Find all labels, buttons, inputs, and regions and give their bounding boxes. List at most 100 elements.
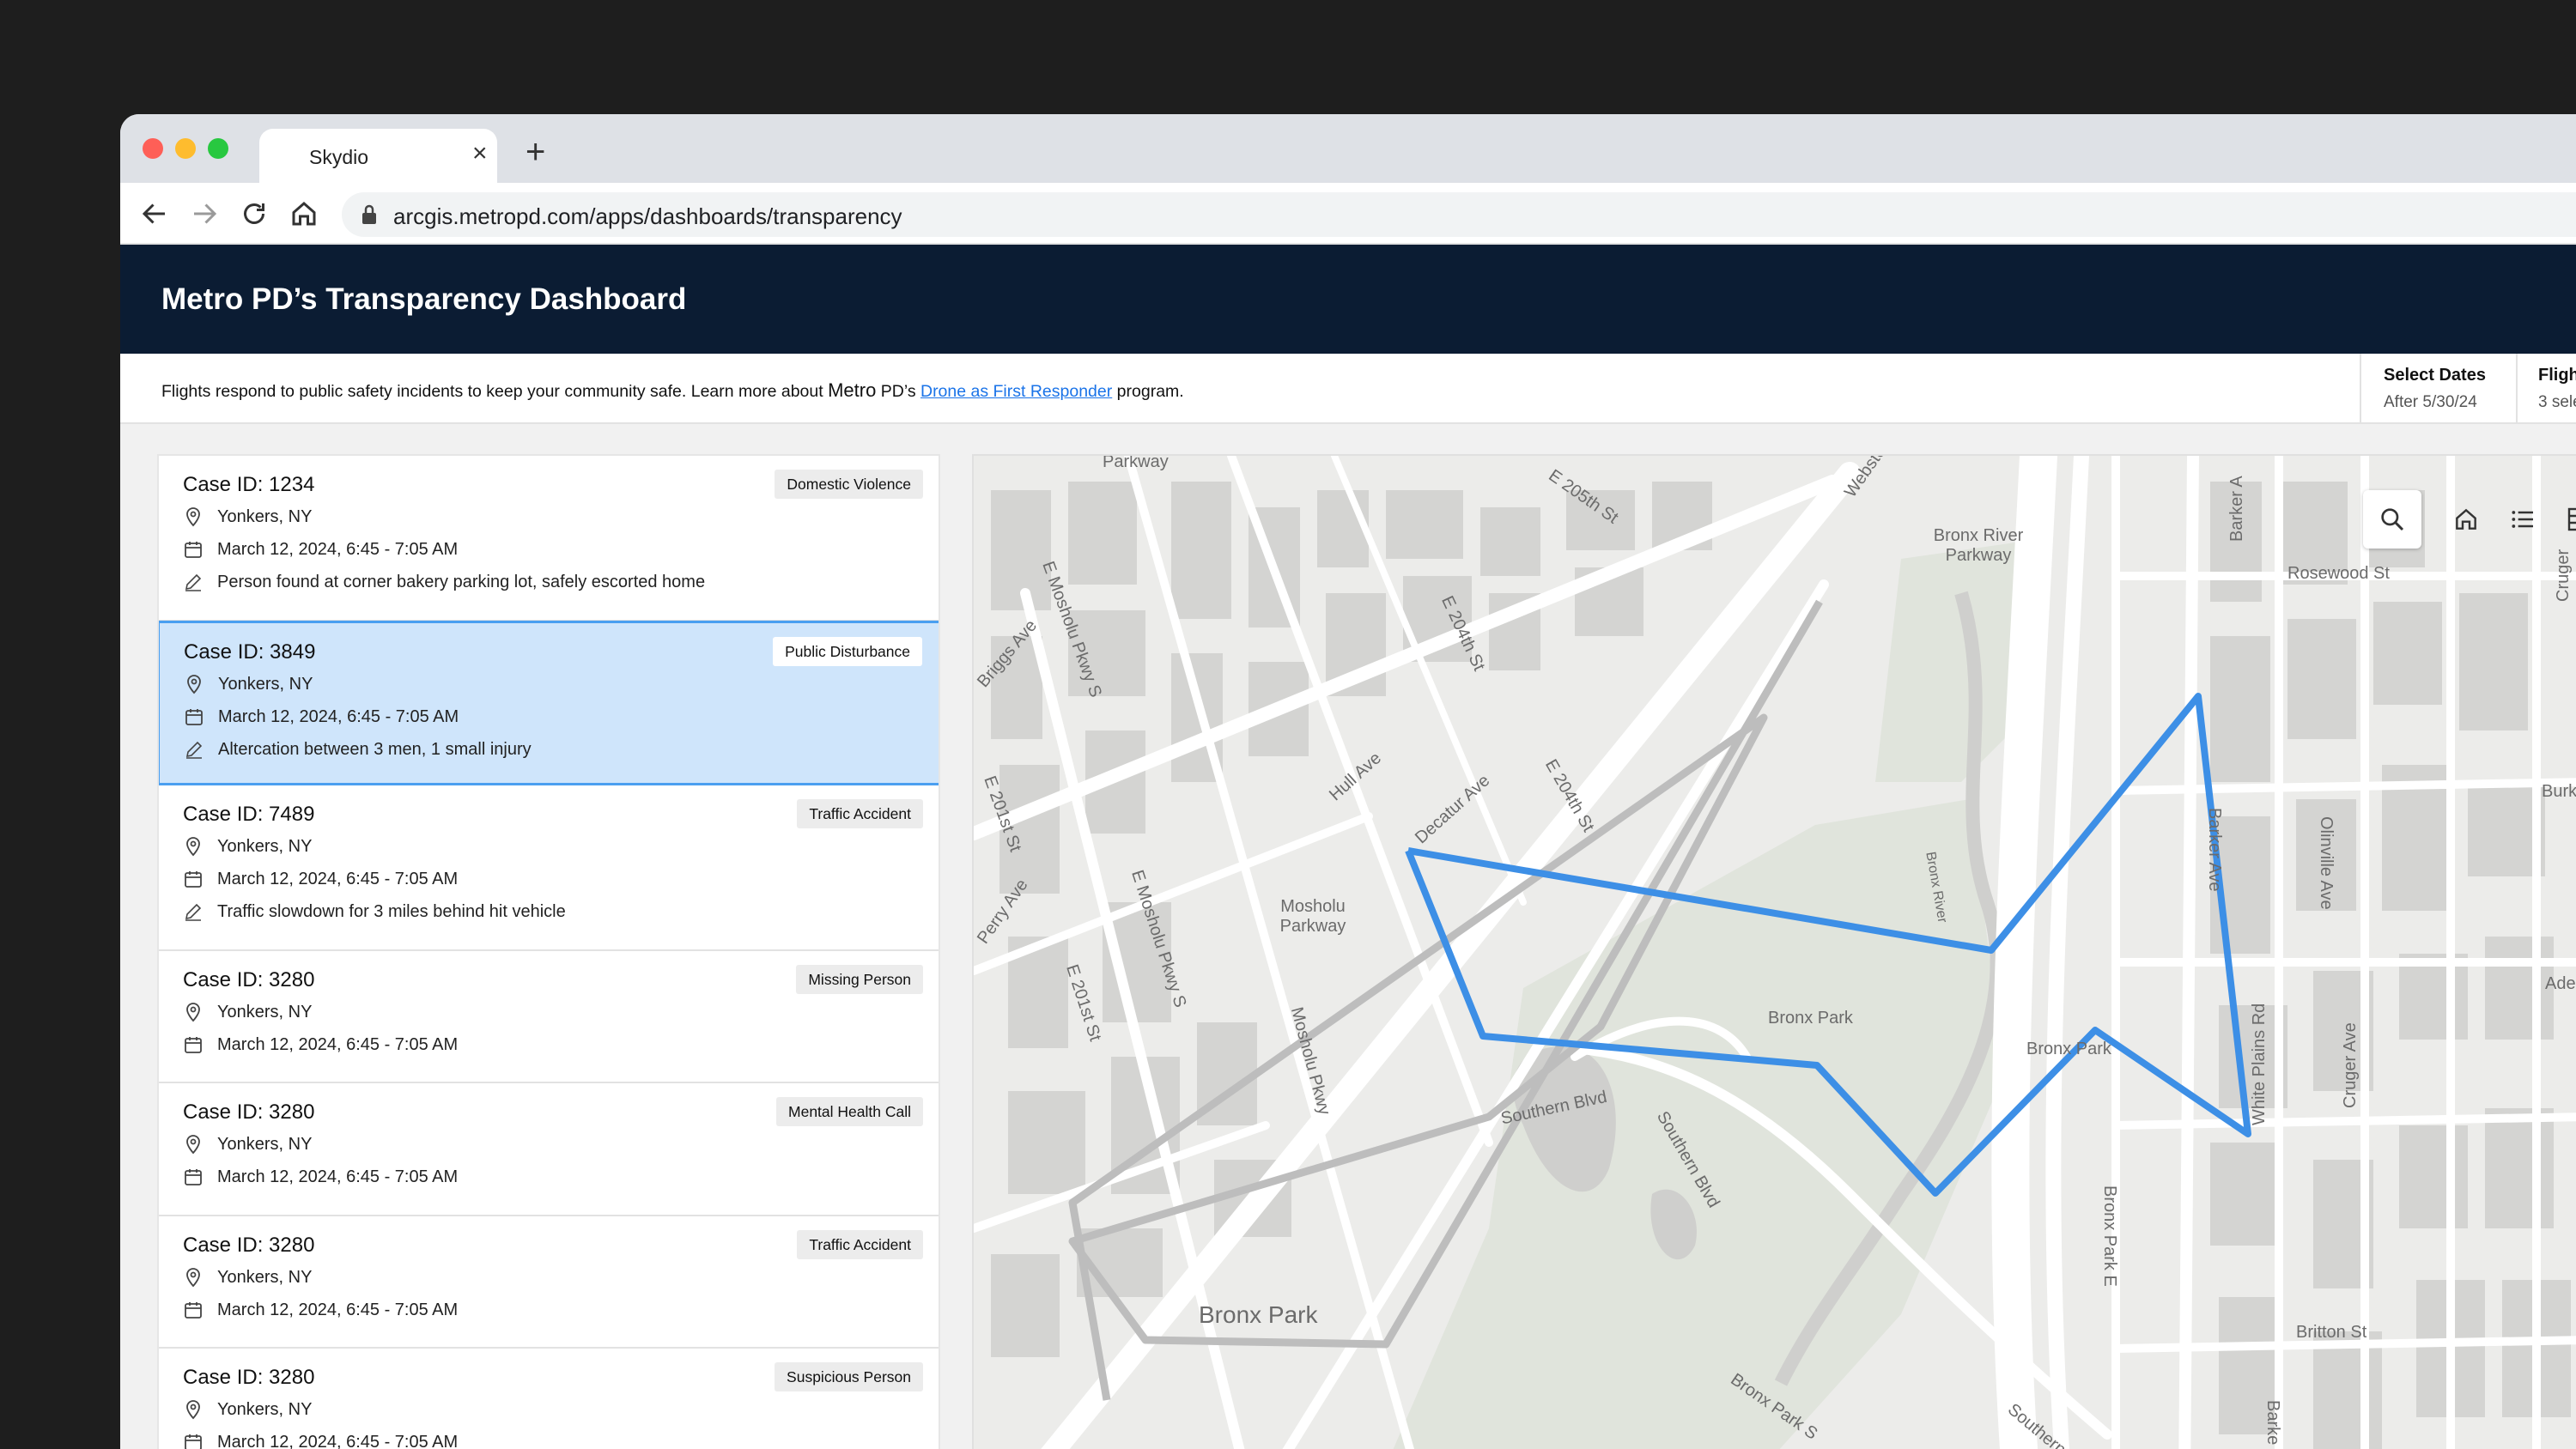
search-icon (2381, 508, 2404, 531)
tab-bar: Skydio × + (120, 114, 2576, 183)
minimize-window-button[interactable] (175, 138, 196, 159)
close-tab-icon[interactable]: × (472, 141, 488, 167)
maximize-window-button[interactable] (208, 138, 228, 159)
select-dates-filter[interactable]: Select Dates After 5/30/24 (2360, 354, 2516, 424)
case-category-badge: Mental Health Call (776, 1097, 923, 1126)
calendar-icon (185, 709, 203, 725)
map-home-button[interactable] (2437, 490, 2495, 549)
case-card[interactable]: Case ID: 3280 Suspicious Person Yonkers,… (159, 1349, 939, 1449)
map-label: Barke (2263, 1400, 2282, 1446)
info-org: Metro (828, 379, 877, 401)
location-text: Yonkers, NY (217, 1268, 313, 1287)
location-pin-icon (186, 1003, 200, 1022)
map-search-button[interactable] (2363, 490, 2421, 549)
note-text: Altercation between 3 men, 1 small injur… (218, 740, 532, 759)
case-card[interactable]: Case ID: 7489 Traffic Accident Yonkers, … (159, 785, 939, 951)
map-label: Adee (2545, 974, 2576, 993)
location-pin-icon (186, 1400, 200, 1420)
map-view[interactable]: Parkway E 205th St Webster Bronx River P… (972, 454, 2576, 1449)
case-category-badge: Traffic Accident (797, 799, 923, 828)
filter-title: Select Dates (2384, 366, 2486, 385)
map-legend-button[interactable] (2494, 490, 2552, 549)
info-pd: PD’s (876, 382, 920, 401)
back-arrow-icon[interactable] (139, 198, 170, 229)
map-label: Bronx River Parkway (1933, 526, 2024, 565)
calendar-icon (185, 1302, 202, 1319)
map-canvas[interactable] (974, 456, 2576, 1449)
home-icon[interactable] (289, 198, 319, 229)
map-label: Barker Ave (2205, 808, 2224, 892)
datetime-text: March 12, 2024, 6:45 - 7:05 AM (218, 707, 459, 726)
case-category-badge: Domestic Violence (775, 470, 923, 499)
case-card-selected[interactable]: Case ID: 3849 Public Disturbance Yonkers… (159, 621, 939, 785)
dfr-program-link[interactable]: Drone as First Responder (920, 382, 1112, 401)
tab-title: Skydio (309, 146, 369, 168)
close-window-button[interactable] (143, 138, 163, 159)
case-category-badge: Public Disturbance (773, 637, 922, 666)
info-prefix: Flights respond to public safety inciden… (161, 382, 829, 401)
location-text: Yonkers, NY (217, 1135, 313, 1154)
lock-icon (362, 204, 376, 224)
datetime-text: March 12, 2024, 6:45 - 7:05 AM (217, 1300, 459, 1319)
map-label: Cruger (2554, 549, 2573, 602)
filter-value: After 5/30/24 (2384, 393, 2477, 411)
map-label: Barker A (2227, 476, 2246, 542)
page-title: Metro PD’s Transparency Dashboard (161, 282, 687, 316)
filter-value: 3 selec (2538, 393, 2576, 411)
browser-tab[interactable]: Skydio × (259, 129, 497, 183)
case-card[interactable]: Case ID: 3280 Mental Health Call Yonkers… (159, 1083, 939, 1216)
map-label: Cruger Ave (2341, 1022, 2360, 1108)
location-pin-icon (186, 1268, 200, 1288)
map-label: Burke (2542, 782, 2576, 801)
location-pin-icon (186, 507, 200, 527)
map-label: White Plains Rd (2250, 1003, 2269, 1125)
filter-title: Flight T (2538, 366, 2576, 385)
case-id: Case ID: 3849 (184, 640, 316, 664)
calendar-icon (185, 1434, 202, 1449)
browser-window: Skydio × + arcgis.metropd.com/apps/dashb… (120, 114, 2576, 1449)
reload-icon[interactable] (239, 198, 270, 229)
case-id: Case ID: 3280 (183, 1234, 315, 1257)
map-layers-button[interactable] (2550, 490, 2576, 549)
flight-type-filter[interactable]: Flight T 3 selec (2516, 354, 2576, 424)
address-bar[interactable]: arcgis.metropd.com/apps/dashboards/trans… (342, 192, 2576, 237)
pencil-icon (185, 903, 202, 921)
case-id: Case ID: 3280 (183, 968, 315, 991)
case-list[interactable]: Case ID: 1234 Domestic Violence Yonkers,… (157, 454, 940, 1449)
note-text: Traffic slowdown for 3 miles behind hit … (217, 902, 566, 921)
case-category-badge: Traffic Accident (797, 1230, 923, 1259)
datetime-text: March 12, 2024, 6:45 - 7:05 AM (217, 540, 459, 559)
calendar-icon (185, 871, 202, 888)
map-label: Bronx Park (2026, 1040, 2111, 1058)
case-card[interactable]: Case ID: 3280 Missing Person Yonkers, NY… (159, 951, 939, 1083)
pencil-icon (185, 741, 203, 759)
home-icon (2456, 508, 2476, 530)
location-text: Yonkers, NY (217, 837, 313, 856)
map-label: Bronx Park E (2100, 1185, 2119, 1287)
new-tab-icon[interactable]: + (526, 135, 545, 169)
calendar-icon (185, 1037, 202, 1053)
case-card[interactable]: Case ID: 3280 Traffic Accident Yonkers, … (159, 1216, 939, 1349)
location-pin-icon (186, 1135, 200, 1155)
info-bar: Flights respond to public safety inciden… (120, 354, 2576, 424)
datetime-text: March 12, 2024, 6:45 - 7:05 AM (217, 1035, 459, 1054)
location-text: Yonkers, NY (217, 1003, 313, 1022)
datetime-text: March 12, 2024, 6:45 - 7:05 AM (217, 1167, 459, 1186)
forward-arrow-icon[interactable] (189, 198, 220, 229)
url-text: arcgis.metropd.com/apps/dashboards/trans… (393, 203, 902, 229)
location-pin-icon (186, 837, 200, 857)
info-text: Flights respond to public safety inciden… (161, 379, 1184, 402)
address-toolbar: arcgis.metropd.com/apps/dashboards/trans… (120, 183, 2576, 245)
grid-icon (2567, 507, 2576, 531)
app-header: Metro PD’s Transparency Dashboard (120, 245, 2576, 354)
map-label: Bronx Park (1768, 1009, 1853, 1028)
case-id: Case ID: 1234 (183, 473, 315, 496)
map-label: Olinville Ave (2317, 816, 2336, 910)
map-label: Mosholu Parkway (1279, 897, 1346, 936)
map-label: Britton St (2296, 1323, 2367, 1342)
pencil-icon (185, 573, 202, 591)
list-icon (2512, 511, 2533, 528)
case-card[interactable]: Case ID: 1234 Domestic Violence Yonkers,… (159, 456, 939, 621)
location-text: Yonkers, NY (217, 1400, 313, 1419)
calendar-icon (185, 542, 202, 558)
